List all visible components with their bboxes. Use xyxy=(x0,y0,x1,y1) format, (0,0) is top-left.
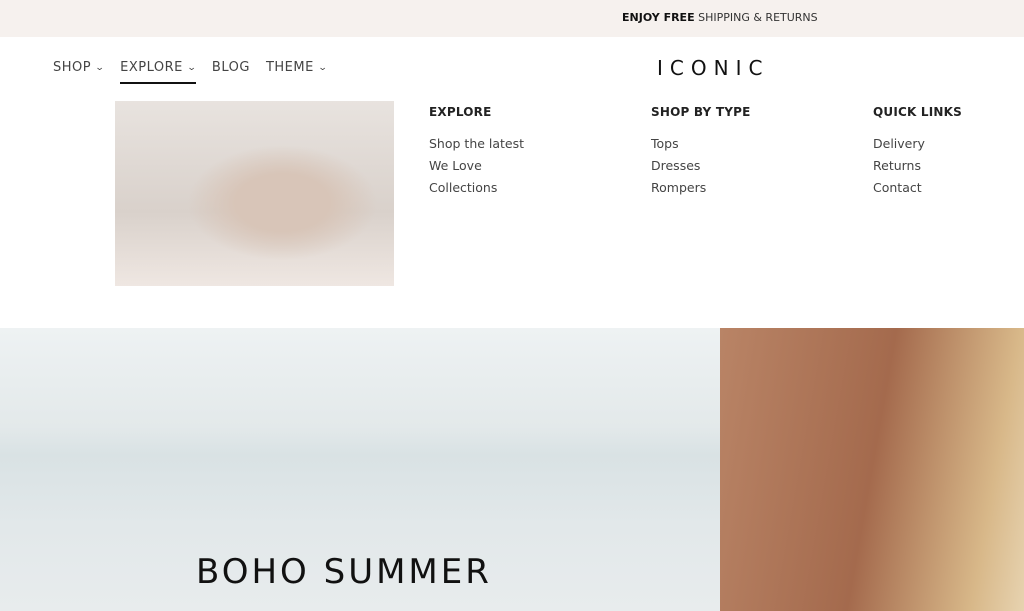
logo[interactable]: ICONIC xyxy=(657,56,769,80)
hero-title: BOHO SUMMER xyxy=(196,552,492,592)
nav-label: EXPLORE xyxy=(120,60,183,75)
mega-menu-image[interactable] xyxy=(115,101,394,286)
link-returns[interactable]: Returns xyxy=(873,158,962,173)
link-shop-the-latest[interactable]: Shop the latest xyxy=(429,136,524,151)
nav-theme[interactable]: THEME ⌄ xyxy=(266,60,327,75)
chevron-down-icon: ⌄ xyxy=(317,62,329,73)
nav-explore[interactable]: EXPLORE ⌄ xyxy=(120,60,198,84)
chevron-down-icon: ⌄ xyxy=(186,62,198,73)
menu-column-explore: EXPLORE Shop the latest We Love Collecti… xyxy=(429,105,524,202)
column-title: EXPLORE xyxy=(429,105,492,119)
link-we-love[interactable]: We Love xyxy=(429,158,524,173)
nav-shop[interactable]: SHOP ⌄ xyxy=(53,60,106,75)
announcement-text: ENJOY FREE SHIPPING & RETURNS xyxy=(622,11,818,24)
menu-column-shop-by-type: SHOP BY TYPE Tops Dresses Rompers xyxy=(651,105,750,202)
announcement-bar: ENJOY FREE SHIPPING & RETURNS xyxy=(0,0,1024,37)
column-title: SHOP BY TYPE xyxy=(651,105,751,119)
column-title: QUICK LINKS xyxy=(873,105,962,119)
main-nav: SHOP ⌄ EXPLORE ⌄ BLOG THEME ⌄ xyxy=(53,60,343,84)
link-tops[interactable]: Tops xyxy=(651,136,750,151)
nav-label: BLOG xyxy=(211,60,250,75)
link-rompers[interactable]: Rompers xyxy=(651,180,750,195)
chevron-down-icon: ⌄ xyxy=(94,62,106,73)
nav-label: SHOP xyxy=(53,60,92,75)
nav-blog[interactable]: BLOG xyxy=(212,60,250,75)
link-dresses[interactable]: Dresses xyxy=(651,158,750,173)
hero-image xyxy=(720,328,1024,611)
link-contact[interactable]: Contact xyxy=(873,180,962,195)
menu-column-quick-links: QUICK LINKS Delivery Returns Contact xyxy=(873,105,962,202)
nav-label: THEME xyxy=(265,60,314,75)
link-collections[interactable]: Collections xyxy=(429,180,524,195)
link-delivery[interactable]: Delivery xyxy=(873,136,962,151)
hero-banner: BOHO SUMMER xyxy=(0,328,1024,611)
